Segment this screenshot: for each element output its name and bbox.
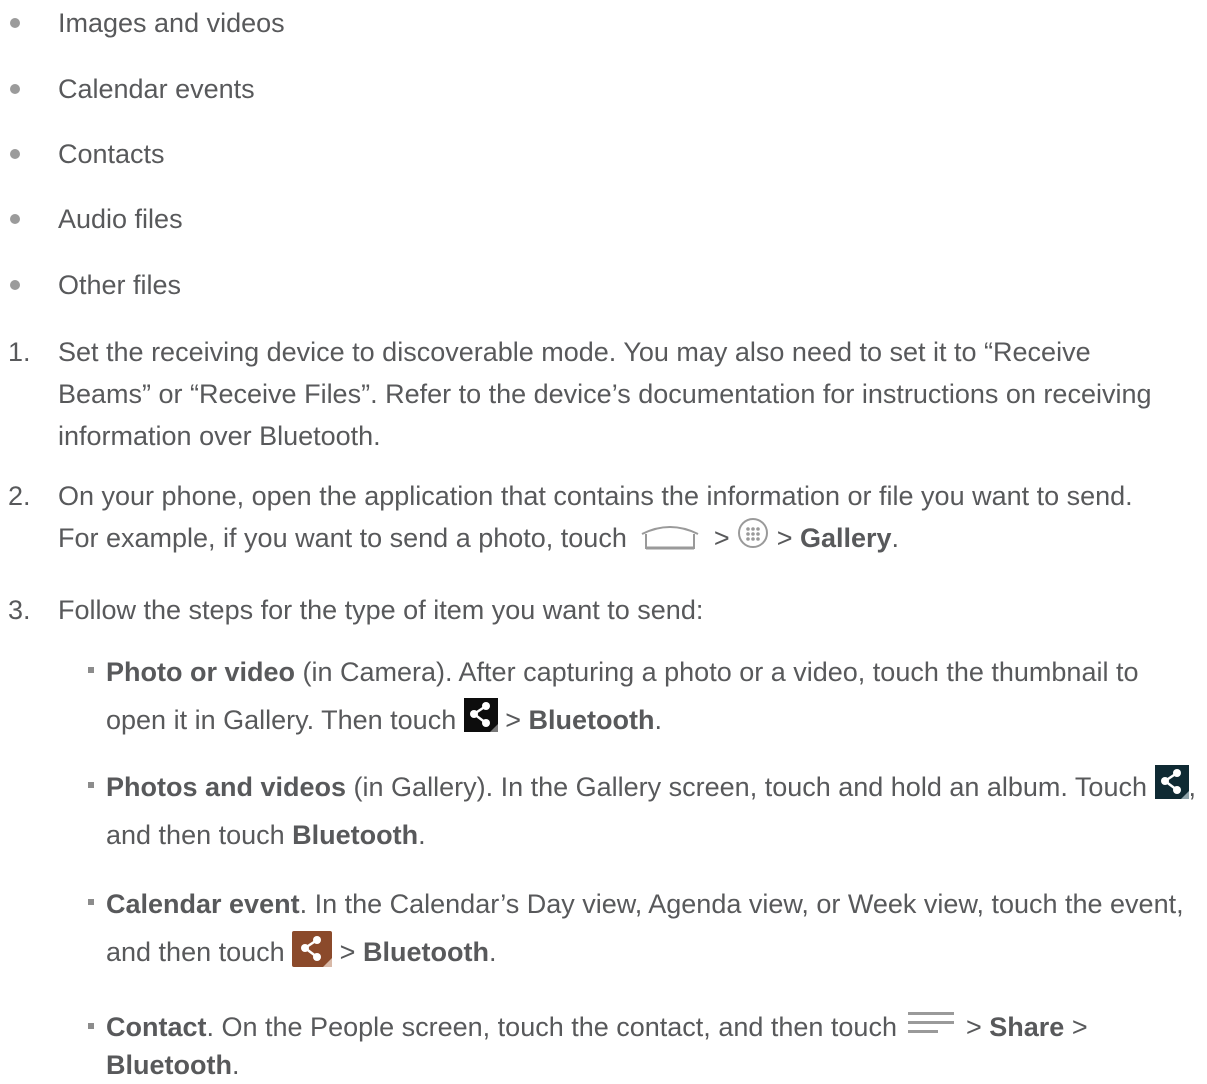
- sub-item-title: Photo or video: [106, 657, 295, 687]
- period: .: [891, 523, 900, 553]
- separator: >: [958, 1012, 982, 1042]
- menu-icon: [904, 1009, 958, 1037]
- step-number: 1.: [8, 337, 31, 367]
- step-text: On your phone, open the application that…: [58, 475, 1168, 559]
- step-text: Set the receiving device to discoverable…: [58, 337, 1152, 451]
- sub-item-title: Photos and videos: [106, 772, 347, 802]
- step-number: 2.: [8, 481, 31, 511]
- separator: >: [332, 937, 356, 967]
- square-bullet: [88, 782, 94, 788]
- separator: >: [713, 523, 730, 553]
- sub-item-title: Contact: [106, 1012, 207, 1042]
- sub-item-contact: Contact. On the People screen, touch the…: [106, 1008, 1201, 1084]
- period: .: [654, 705, 663, 735]
- list-item: Calendar events: [58, 74, 255, 104]
- home-icon: [634, 522, 706, 552]
- separator: >: [497, 705, 522, 735]
- square-bullet: [88, 899, 94, 905]
- apps-icon: [737, 517, 769, 549]
- period: .: [418, 820, 426, 850]
- square-bullet: [88, 1023, 94, 1029]
- bluetooth-label: Bluetooth: [528, 705, 655, 735]
- sub-item-photo: Photo or video (in Camera). After captur…: [106, 648, 1201, 744]
- list-item: Audio files: [58, 204, 183, 234]
- bluetooth-label: Bluetooth: [362, 937, 489, 967]
- share-icon: [463, 697, 498, 732]
- period: .: [488, 937, 497, 967]
- sub-item-title: Calendar event: [106, 889, 300, 919]
- sub-item-text: . On the People screen, touch the contac…: [206, 1012, 897, 1042]
- bullet-marker: [10, 135, 30, 173]
- bluetooth-label: Bluetooth: [292, 820, 419, 850]
- sub-item-text: (in Gallery). In the Gallery screen, tou…: [346, 772, 1147, 802]
- sub-item-calendar: Calendar event. In the Calendar’s Day vi…: [106, 880, 1201, 976]
- step-text: Follow the steps for the type of item yo…: [58, 595, 704, 625]
- separator: >: [1064, 1012, 1088, 1042]
- bullet-marker: [10, 266, 30, 304]
- bullet-marker: [10, 70, 30, 108]
- separator: >: [776, 523, 793, 553]
- bullet-marker: [10, 200, 30, 238]
- list-item: Other files: [58, 270, 182, 300]
- step-number: 3.: [8, 595, 31, 625]
- list-item: Contacts: [58, 139, 165, 169]
- gallery-label: Gallery: [799, 523, 892, 553]
- sub-item-photos: Photos and videos (in Gallery). In the G…: [106, 763, 1201, 859]
- share-icon: [1154, 764, 1189, 799]
- square-bullet: [88, 667, 94, 673]
- step-text-part: On your phone, open the application that…: [58, 481, 1133, 553]
- share-icon: [292, 930, 333, 967]
- share-label: Share: [989, 1012, 1065, 1042]
- bullet-marker: [10, 4, 30, 42]
- list-item: Images and videos: [58, 8, 285, 38]
